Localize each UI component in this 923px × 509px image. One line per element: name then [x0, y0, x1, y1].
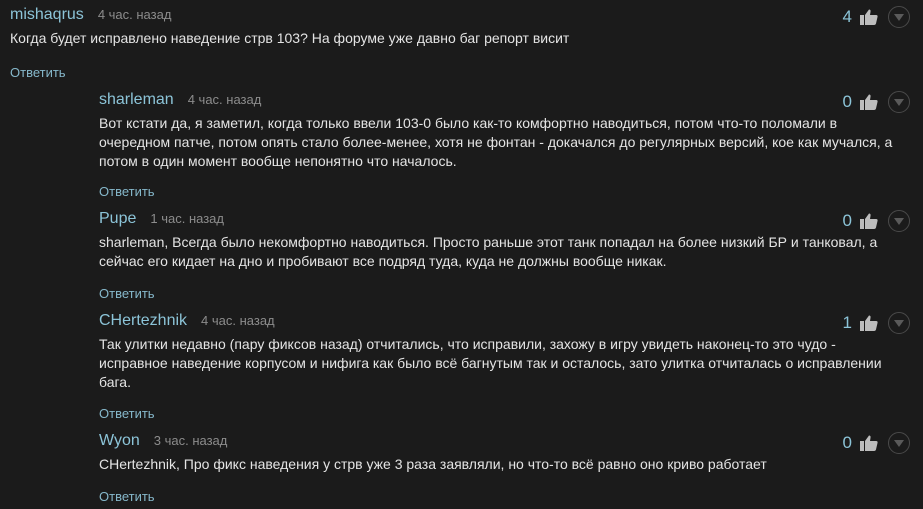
- comment-time: 4 час. назад: [187, 92, 262, 107]
- comment-text: sharleman, Всегда было некомфортно навод…: [99, 233, 910, 271]
- thumbs-up-icon[interactable]: [858, 313, 880, 333]
- comment-text-line: Когда будет исправлено наведение стрв 10…: [10, 30, 570, 46]
- chevron-down-icon[interactable]: [888, 6, 910, 28]
- reply-button[interactable]: Ответить: [99, 489, 155, 504]
- vote-controls: 0: [834, 432, 910, 454]
- vote-count: 0: [842, 92, 852, 111]
- comment-text-line: потом в один момент вообще непонятно что…: [99, 153, 457, 169]
- comment-time: 4 час. назад: [97, 7, 172, 22]
- comment: sharleman 4 час. назад Вот кстати да, я …: [99, 91, 910, 199]
- comment-text-line: бага.: [99, 374, 131, 390]
- comment-time: 4 час. назад: [201, 313, 275, 328]
- comment-text: Вот кстати да, я заметил, когда только в…: [99, 114, 910, 171]
- comment-author[interactable]: mishaqrus: [10, 6, 84, 24]
- comment-text: Так улитки недавно (пару фиксов назад) о…: [99, 335, 910, 392]
- comment: CHertezhnik 4 час. назад Так улитки неда…: [99, 312, 910, 421]
- comment-text: Когда будет исправлено наведение стрв 10…: [10, 29, 910, 48]
- comment-author[interactable]: Wyon: [99, 432, 140, 450]
- comment-text-line: Вот кстати да, я заметил, когда только в…: [99, 115, 838, 131]
- thumbs-up-icon[interactable]: [858, 92, 880, 112]
- vote-controls: 0: [834, 210, 910, 232]
- reply-button[interactable]: Ответить: [99, 286, 155, 301]
- vote-count: 0: [842, 211, 852, 230]
- comment-text-line: исправное наведение корпусом и нифига ка…: [99, 355, 882, 371]
- thumbs-up-icon[interactable]: [858, 433, 880, 453]
- comment-text-line: CHertezhnik, Про фикс наведения у стрв у…: [99, 456, 767, 472]
- vote-count: 4: [842, 7, 852, 26]
- vote-controls: 4: [834, 6, 910, 28]
- reply-button[interactable]: Ответить: [99, 184, 155, 199]
- comment: Wyon 3 час. назад CHertezhnik, Про фикс …: [99, 432, 910, 504]
- comment-time: 1 час. назад: [150, 211, 224, 226]
- vote-count: 1: [842, 313, 852, 332]
- comment-time: 3 час. назад: [153, 433, 228, 448]
- chevron-down-icon[interactable]: [888, 432, 910, 454]
- comment: mishaqrus 4 час. назад Когда будет испра…: [10, 6, 910, 80]
- vote-controls: 0: [834, 91, 910, 113]
- comment-author[interactable]: Pupe: [99, 210, 136, 228]
- chevron-down-icon[interactable]: [888, 91, 910, 113]
- chevron-down-icon[interactable]: [888, 210, 910, 232]
- comment: Pupe 1 час. назад sharleman, Всегда было…: [99, 210, 910, 301]
- comment-author[interactable]: sharleman: [99, 91, 174, 109]
- comment-text: CHertezhnik, Про фикс наведения у стрв у…: [99, 455, 910, 474]
- reply-button[interactable]: Ответить: [10, 65, 66, 80]
- thumbs-up-icon[interactable]: [858, 7, 880, 27]
- comment-text-line: очередном патче, потом опять стало более…: [99, 134, 893, 150]
- vote-controls: 1: [834, 312, 910, 334]
- comment-author[interactable]: CHertezhnik: [99, 312, 187, 330]
- comment-text-line: сейчас его кидает на дно и пробивают все…: [99, 253, 667, 269]
- thumbs-up-icon[interactable]: [858, 211, 880, 231]
- comment-text-line: Так улитки недавно (пару фиксов назад) о…: [99, 336, 836, 352]
- vote-count: 0: [842, 433, 852, 452]
- reply-button[interactable]: Ответить: [99, 406, 155, 421]
- chevron-down-icon[interactable]: [888, 312, 910, 334]
- comment-text-line: sharleman, Всегда было некомфортно навод…: [99, 234, 878, 250]
